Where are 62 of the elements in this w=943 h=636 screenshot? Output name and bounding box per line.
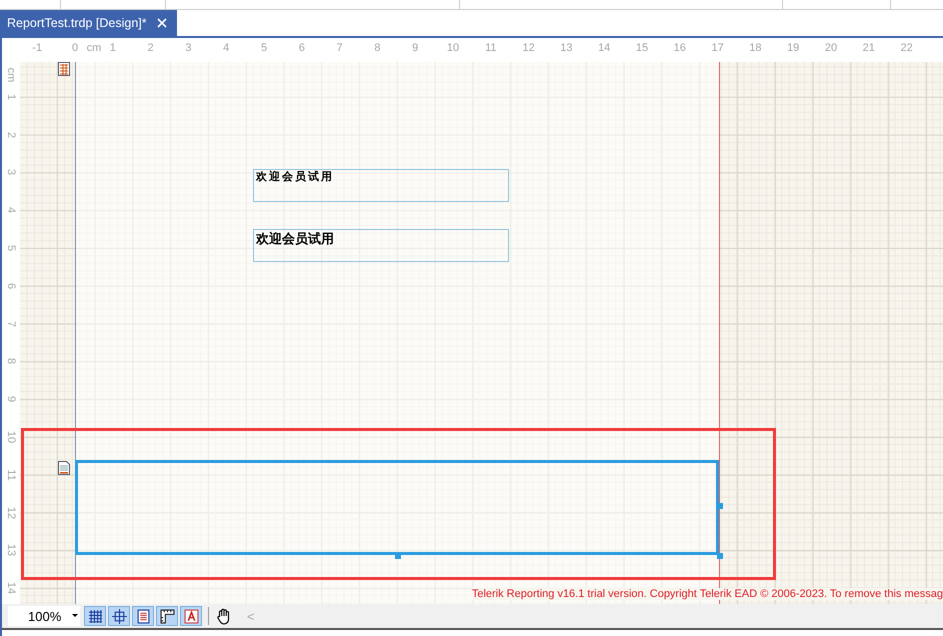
ruler-label: 2 [148,42,154,54]
document-icon [58,461,70,475]
text-box[interactable]: 欢迎会员试用 [253,169,509,202]
page-toggle-button[interactable] [132,606,154,626]
page-icon [136,608,150,624]
ruler-label: 12 [5,505,17,521]
ruler-label: 9 [412,42,418,54]
ruler-label: 4 [223,42,230,54]
zoom-dropdown[interactable]: 100% [8,606,80,626]
grid-icon [88,608,102,624]
ruler-label: 5 [260,42,268,54]
ruler-label: cm [5,67,17,83]
ruler-label: 19 [787,42,800,54]
ruler-label: 7 [336,42,343,54]
resize-handle[interactable] [717,503,723,509]
ruler-label: 6 [5,282,17,291]
document-tab[interactable]: ReportTest.trdp [Design]* [0,10,177,36]
ruler-label: cm [86,42,102,54]
ruler-label: 5 [5,244,17,254]
resize-handle[interactable] [717,553,723,559]
font-icon [184,608,198,624]
ruler-label: -1 [32,42,42,54]
resize-handle[interactable] [395,553,401,559]
trial-notice: Telerik Reporting v16.1 trial version. Copyright Telerik EAD © 2006-2023. To remove this messag [472,588,943,600]
ruler-label: 12 [522,42,535,54]
close-icon[interactable] [156,18,167,28]
ruler-label: 13 [5,543,17,558]
ruler-label: 7 [5,320,17,329]
table-icon [58,62,70,76]
ruler-label: 13 [560,42,573,54]
ruler-label: 11 [5,468,17,482]
ruler-label: 2 [5,130,17,140]
ruler-label: 14 [5,581,17,596]
snap-icon [112,608,126,624]
ruler-label: 22 [900,42,913,54]
ruler-label: 6 [298,42,305,54]
ruler-label: 11 [485,42,496,54]
ruler-label: 1 [110,42,116,54]
ruler-label: 3 [185,42,192,54]
ruler-label: 16 [674,42,686,54]
ruler-label: 4 [5,206,17,216]
ruler-icon [160,608,174,624]
font-toggle-button[interactable] [180,606,202,626]
ruler-label: 15 [636,42,648,54]
ruler-label: 8 [5,357,17,366]
ruler-label: 1 [5,92,17,102]
ruler-label: 10 [5,430,17,445]
ruler-toggle-button[interactable] [156,606,178,626]
ruler-label: 3 [5,168,17,178]
ruler-label: 17 [711,42,724,54]
ruler-label: 8 [374,42,380,54]
ruler-label: 10 [446,42,460,54]
caret-icon [72,614,78,618]
ruler-label: 0 [72,42,78,54]
snap-toggle-button[interactable] [108,606,130,626]
grid-toggle-button[interactable] [84,606,106,626]
ruler-label: 21 [862,42,875,54]
ruler-label: 18 [749,42,762,54]
ruler-label: 14 [598,42,610,54]
ruler-label: 20 [824,42,838,54]
text-box[interactable]: 欢迎会员试用 [253,229,509,262]
ruler-label: 9 [5,395,17,404]
